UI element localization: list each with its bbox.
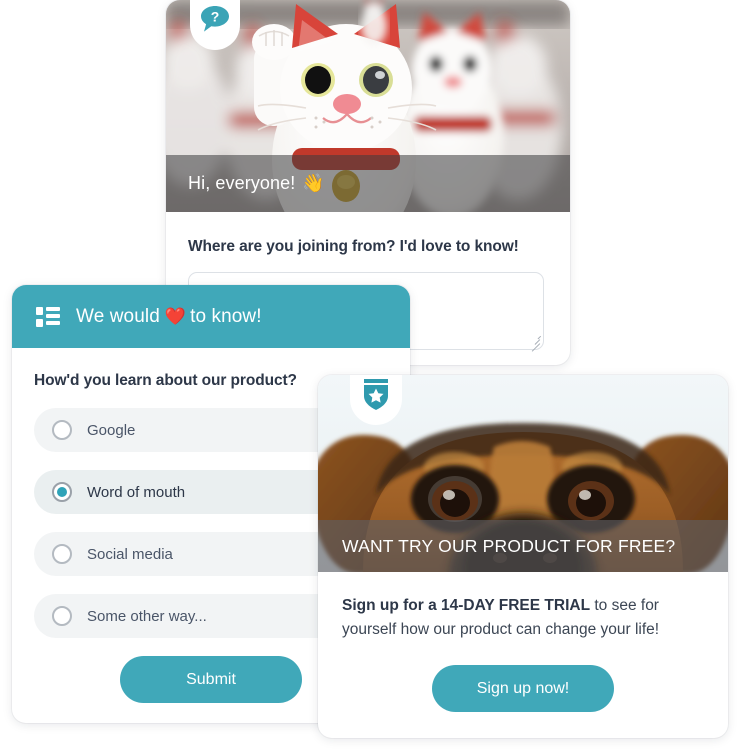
promo-description-highlight: 14-DAY FREE TRIAL (441, 597, 591, 614)
welcome-answer-value (189, 273, 190, 274)
submit-button[interactable]: Submit (120, 656, 302, 703)
welcome-hero: ? Hi, everyone! 👋 (166, 0, 570, 212)
poll-header-title-after: to know! (190, 305, 262, 327)
svg-text:?: ? (211, 8, 220, 24)
question-speech-bubble-icon: ? (200, 5, 230, 38)
resize-handle-icon[interactable] (527, 334, 541, 352)
poll-header-title-before: We would (76, 305, 160, 327)
sign-up-now-button[interactable]: Sign up now! (432, 665, 614, 713)
radio-icon-social-media[interactable] (52, 544, 72, 564)
poll-option-label: Google (87, 421, 136, 439)
poll-card-header: We would ❤️ to know! (12, 285, 410, 348)
cards-stage: ? Hi, everyone! 👋 Where are you joining … (0, 0, 738, 750)
welcome-hero-caption: Hi, everyone! 👋 (166, 155, 570, 212)
poll-option-label: Word of mouth (87, 483, 186, 501)
radio-icon-google[interactable] (52, 420, 72, 440)
radio-icon-word-of-mouth[interactable] (52, 482, 72, 502)
promo-hero-caption: WANT TRY OUR PRODUCT FOR FREE? (318, 520, 728, 572)
promo-description-lead: Sign up for a (342, 597, 442, 614)
welcome-question-title: Where are you joining from? I'd love to … (188, 238, 519, 255)
promo-description: Sign up for a 14-DAY FREE TRIAL to see f… (342, 594, 704, 641)
radio-icon-some-other-way[interactable] (52, 606, 72, 626)
heart-emoji: ❤️ (164, 306, 187, 326)
poll-option-label: Some other way... (87, 607, 207, 625)
wave-hand-emoji: 👋 (302, 173, 325, 193)
shield-badge (350, 375, 402, 425)
poll-option-label: Social media (87, 545, 173, 563)
question-badge: ? (190, 0, 240, 50)
promo-hero: WANT TRY OUR PRODUCT FOR FREE? (318, 375, 728, 572)
promo-cta-row: Sign up now! (342, 665, 704, 713)
shield-star-icon (362, 377, 390, 416)
promo-card-body: Sign up for a 14-DAY FREE TRIAL to see f… (318, 572, 728, 713)
list-icon (36, 306, 60, 328)
welcome-caption-text: Hi, everyone! (188, 173, 296, 193)
promo-caption-text: WANT TRY OUR PRODUCT FOR FREE? (342, 535, 676, 556)
promo-card: WANT TRY OUR PRODUCT FOR FREE? Sign up f… (318, 375, 728, 738)
